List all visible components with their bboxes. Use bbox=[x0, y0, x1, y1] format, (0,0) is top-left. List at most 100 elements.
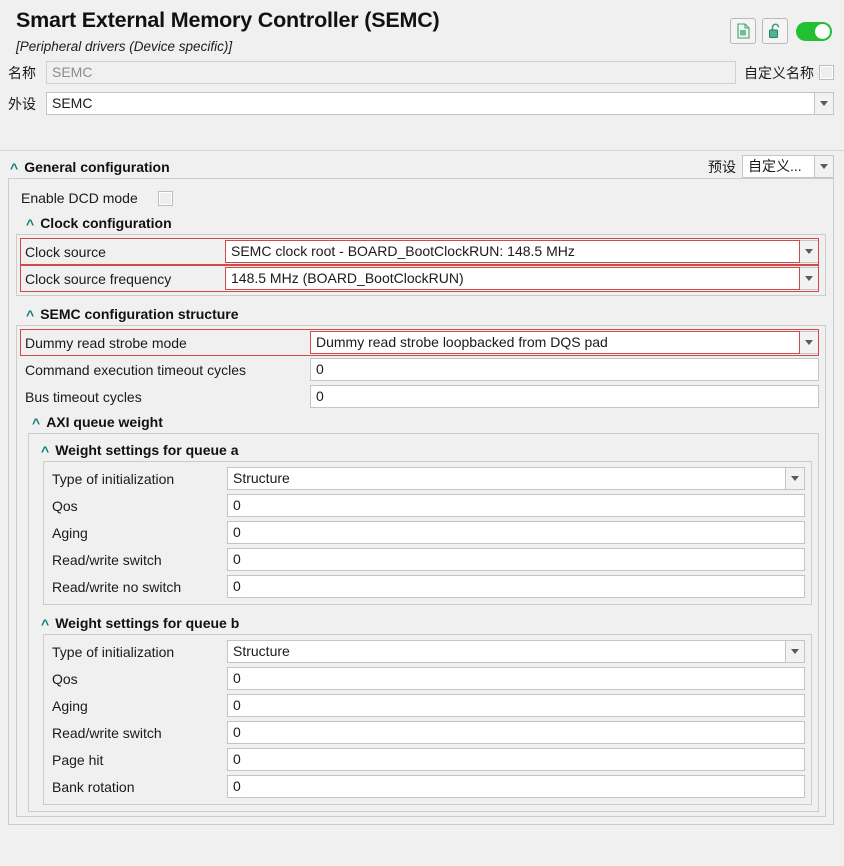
panel-header: Smart External Memory Controller (SEMC) … bbox=[0, 0, 844, 54]
clock-configuration-label: Clock configuration bbox=[40, 215, 172, 231]
axi-queue-weight-label: AXI queue weight bbox=[46, 414, 163, 430]
document-icon bbox=[737, 23, 750, 39]
queue-b-qos-label: Qos bbox=[52, 670, 78, 687]
bus-timeout-cycles-input[interactable]: 0 bbox=[310, 385, 819, 408]
general-configuration-title[interactable]: ^ General configuration bbox=[10, 155, 170, 178]
queue-b-type-of-initialization-row: Type of initialization Structure bbox=[47, 638, 805, 665]
weight-settings-queue-b-label: Weight settings for queue b bbox=[55, 615, 240, 631]
name-row: 名称 SEMC 自定义名称 bbox=[0, 60, 844, 86]
queue-b-type-of-initialization-value: Structure bbox=[227, 640, 786, 663]
chevron-down-icon[interactable] bbox=[815, 92, 834, 116]
unlock-icon-button[interactable] bbox=[762, 18, 788, 44]
divider bbox=[0, 150, 844, 151]
clock-source-frequency-combo[interactable]: 148.5 MHz (BOARD_BootClockRUN) bbox=[225, 267, 819, 290]
chevron-down-icon[interactable] bbox=[815, 155, 834, 178]
peripheral-label: 外设 bbox=[8, 95, 36, 112]
queue-a-read-write-no-switch-row: Read/write no switch 0 bbox=[47, 573, 805, 600]
preset-label: 预设 bbox=[708, 158, 736, 175]
queue-b-bank-rotation-input[interactable]: 0 bbox=[227, 775, 805, 798]
queue-b-read-write-switch-label: Read/write switch bbox=[52, 724, 162, 741]
clock-source-label: Clock source bbox=[25, 243, 106, 260]
clock-configuration-header[interactable]: ^ Clock configuration bbox=[16, 211, 826, 234]
bus-timeout-cycles-label: Bus timeout cycles bbox=[25, 388, 142, 405]
enable-toggle[interactable] bbox=[796, 21, 832, 41]
queue-b-aging-row: Aging 0 bbox=[47, 692, 805, 719]
queue-a-aging-input[interactable]: 0 bbox=[227, 521, 805, 544]
chevron-up-icon: ^ bbox=[41, 616, 50, 632]
queue-a-aging-row: Aging 0 bbox=[47, 519, 805, 546]
chevron-up-icon: ^ bbox=[32, 415, 41, 431]
weight-settings-queue-b-header[interactable]: ^ Weight settings for queue b bbox=[35, 611, 812, 634]
queue-a-type-of-initialization-value: Structure bbox=[227, 467, 786, 490]
command-execution-timeout-cycles-row: Command execution timeout cycles 0 bbox=[20, 356, 819, 383]
chevron-down-icon[interactable] bbox=[800, 240, 819, 263]
general-configuration-header[interactable]: ^ General configuration 预设 自定义... bbox=[0, 155, 844, 178]
document-icon-button[interactable] bbox=[730, 18, 756, 44]
custom-name-group: 自定义名称 bbox=[744, 63, 834, 83]
general-configuration-label: General configuration bbox=[24, 159, 170, 175]
weight-settings-queue-a-label: Weight settings for queue a bbox=[55, 442, 239, 458]
unlock-icon bbox=[768, 23, 779, 38]
dummy-read-strobe-mode-combo[interactable]: Dummy read strobe loopbacked from DQS pa… bbox=[310, 331, 819, 354]
chevron-up-icon: ^ bbox=[10, 160, 19, 176]
custom-name-checkbox[interactable] bbox=[819, 65, 834, 81]
preset-combo[interactable]: 自定义... bbox=[742, 155, 834, 178]
queue-a-type-of-initialization-combo[interactable]: Structure bbox=[227, 467, 805, 490]
settings-scroll-area[interactable]: ^ General configuration 预设 自定义... Enable… bbox=[0, 150, 844, 866]
clock-configuration-group: Clock source SEMC clock root - BOARD_Boo… bbox=[16, 234, 826, 296]
enable-dcd-mode-label: Enable DCD mode bbox=[21, 190, 138, 206]
page-title: Smart External Memory Controller (SEMC) bbox=[16, 8, 440, 32]
queue-b-page-hit-label: Page hit bbox=[52, 751, 104, 768]
chevron-down-icon[interactable] bbox=[800, 331, 819, 354]
queue-a-qos-input[interactable]: 0 bbox=[227, 494, 805, 517]
queue-b-bank-rotation-label: Bank rotation bbox=[52, 778, 135, 795]
queue-a-read-write-no-switch-label: Read/write no switch bbox=[52, 578, 182, 595]
queue-a-read-write-switch-label: Read/write switch bbox=[52, 551, 162, 568]
queue-b-group: Type of initialization Structure Qos 0 A… bbox=[43, 634, 812, 805]
queue-b-read-write-switch-input[interactable]: 0 bbox=[227, 721, 805, 744]
command-execution-timeout-cycles-input[interactable]: 0 bbox=[310, 358, 819, 381]
enable-dcd-mode-checkbox[interactable] bbox=[157, 190, 173, 206]
chevron-down-icon[interactable] bbox=[786, 467, 805, 490]
peripheral-combo[interactable]: SEMC bbox=[46, 92, 834, 116]
page-subtitle: [Peripheral drivers (Device specific)] bbox=[16, 38, 233, 54]
general-configuration-group: Enable DCD mode ^ Clock configuration Cl… bbox=[8, 178, 834, 825]
custom-name-label: 自定义名称 bbox=[744, 64, 814, 81]
semc-configuration-structure-label: SEMC configuration structure bbox=[40, 306, 239, 322]
queue-b-aging-input[interactable]: 0 bbox=[227, 694, 805, 717]
chevron-up-icon: ^ bbox=[26, 216, 35, 232]
queue-a-type-of-initialization-row: Type of initialization Structure bbox=[47, 465, 805, 492]
queue-a-qos-label: Qos bbox=[52, 497, 78, 514]
queue-a-read-write-switch-row: Read/write switch 0 bbox=[47, 546, 805, 573]
queue-a-qos-row: Qos 0 bbox=[47, 492, 805, 519]
peripheral-row: 外设 SEMC bbox=[0, 91, 844, 117]
semc-configuration-structure-header[interactable]: ^ SEMC configuration structure bbox=[16, 302, 826, 325]
name-input[interactable]: SEMC bbox=[46, 61, 736, 85]
queue-a-aging-label: Aging bbox=[52, 524, 88, 541]
peripheral-combo-value: SEMC bbox=[46, 92, 815, 116]
queue-b-read-write-switch-row: Read/write switch 0 bbox=[47, 719, 805, 746]
semc-config-panel: Smart External Memory Controller (SEMC) … bbox=[0, 0, 844, 866]
queue-b-type-of-initialization-label: Type of initialization bbox=[52, 643, 175, 660]
semc-configuration-structure-group: Dummy read strobe mode Dummy read strobe… bbox=[16, 325, 826, 817]
weight-settings-queue-a-header[interactable]: ^ Weight settings for queue a bbox=[35, 438, 812, 461]
queue-a-read-write-no-switch-input[interactable]: 0 bbox=[227, 575, 805, 598]
chevron-down-icon[interactable] bbox=[786, 640, 805, 663]
chevron-up-icon: ^ bbox=[26, 307, 35, 323]
chevron-down-icon[interactable] bbox=[800, 267, 819, 290]
dummy-read-strobe-mode-row: Dummy read strobe mode Dummy read strobe… bbox=[20, 329, 819, 356]
queue-b-qos-input[interactable]: 0 bbox=[227, 667, 805, 690]
clock-source-combo[interactable]: SEMC clock root - BOARD_BootClockRUN: 14… bbox=[225, 240, 819, 263]
axi-queue-weight-header[interactable]: ^ AXI queue weight bbox=[20, 410, 819, 433]
queue-b-page-hit-input[interactable]: 0 bbox=[227, 748, 805, 771]
axi-queue-weight-group: ^ Weight settings for queue a Type of in… bbox=[28, 433, 819, 812]
queue-a-group: Type of initialization Structure Qos 0 A… bbox=[43, 461, 812, 605]
preset-combo-value: 自定义... bbox=[742, 155, 815, 178]
enable-dcd-mode-row: Enable DCD mode bbox=[16, 185, 826, 211]
queue-a-read-write-switch-input[interactable]: 0 bbox=[227, 548, 805, 571]
queue-b-type-of-initialization-combo[interactable]: Structure bbox=[227, 640, 805, 663]
bus-timeout-cycles-row: Bus timeout cycles 0 bbox=[20, 383, 819, 410]
queue-b-bank-rotation-row: Bank rotation 0 bbox=[47, 773, 805, 800]
name-label: 名称 bbox=[8, 64, 36, 81]
clock-source-frequency-row: Clock source frequency 148.5 MHz (BOARD_… bbox=[20, 265, 819, 292]
